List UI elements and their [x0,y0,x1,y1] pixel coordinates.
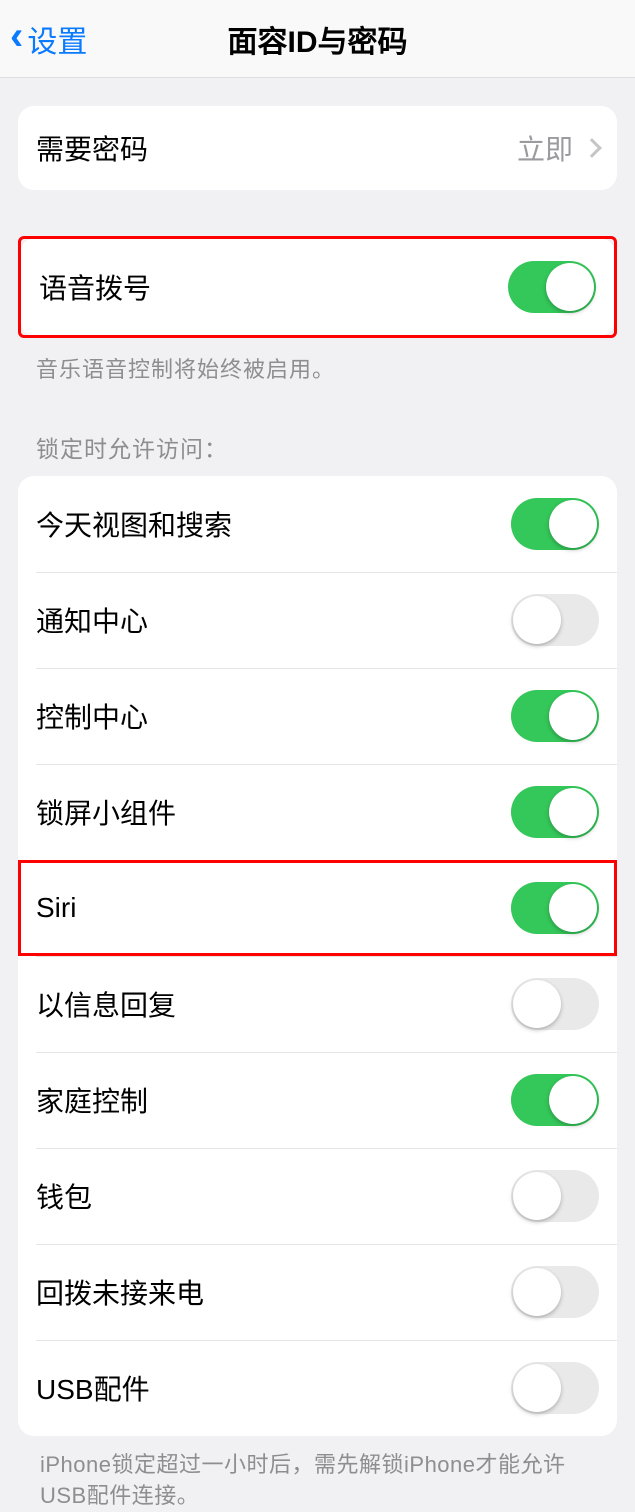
lock-access-toggle[interactable] [511,978,599,1030]
lock-access-row: 通知中心 [18,572,617,668]
lock-access-row: 家庭控制 [18,1052,617,1148]
lock-access-row: 今天视图和搜索 [18,476,617,572]
lock-access-section-label: 锁定时允许访问： [18,384,617,476]
lock-access-label: 控制中心 [36,696,148,736]
lock-access-toggle[interactable] [511,690,599,742]
lock-access-toggle[interactable] [511,594,599,646]
lock-access-label: 回拨未接来电 [36,1272,204,1312]
back-label: 设置 [27,17,87,61]
lock-access-toggle[interactable] [511,786,599,838]
lock-access-row: USB配件 [18,1340,617,1436]
chevron-right-icon [582,138,602,158]
voice-dial-label: 语音拨号 [39,267,151,307]
lock-access-row: 钱包 [18,1148,617,1244]
lock-access-row: Siri [18,860,617,956]
lock-access-row: 回拨未接来电 [18,1244,617,1340]
lock-access-row: 锁屏小组件 [18,764,617,860]
lock-access-toggle[interactable] [511,1170,599,1222]
voice-dial-hint: 音乐语音控制将始终被启用。 [18,338,617,384]
lock-access-group: 今天视图和搜索通知中心控制中心锁屏小组件 Siri 以信息回复家庭控制钱包回拨未接来… [18,476,617,1436]
lock-access-toggle[interactable] [511,1362,599,1414]
lock-access-toggle[interactable] [511,1074,599,1126]
voice-dial-highlight: 语音拨号 [18,236,617,338]
chevron-left-icon: ‹ [10,14,23,59]
lock-access-toggle[interactable] [511,498,599,550]
voice-dial-toggle[interactable] [508,261,596,313]
lock-access-toggle[interactable] [511,882,599,934]
require-passcode-label: 需要密码 [36,128,148,168]
lock-access-label: 通知中心 [36,600,148,640]
require-passcode-value: 立即 [517,128,573,168]
lock-access-toggle[interactable] [511,1266,599,1318]
lock-access-label: 今天视图和搜索 [36,504,232,544]
voice-dial-row: 语音拨号 [21,239,614,335]
lock-access-label: USB配件 [36,1368,150,1408]
nav-header: ‹ 设置 面容ID与密码 [0,0,635,78]
lock-access-label: 锁屏小组件 [36,792,176,832]
lock-access-label: 家庭控制 [36,1080,148,1120]
page-title: 面容ID与密码 [228,17,408,61]
lock-access-label: 以信息回复 [36,984,176,1024]
back-button[interactable]: ‹ 设置 [10,0,87,77]
lock-access-label: 钱包 [36,1176,92,1216]
lock-access-row: 控制中心 [18,668,617,764]
lock-access-label: Siri [36,892,76,924]
lock-access-row: 以信息回复 [18,956,617,1052]
usb-footer-hint: iPhone锁定超过一小时后，需先解锁iPhone才能允许USB配件连接。 [18,1436,617,1512]
require-passcode-row[interactable]: 需要密码 立即 [18,106,617,190]
require-passcode-group: 需要密码 立即 [18,106,617,190]
